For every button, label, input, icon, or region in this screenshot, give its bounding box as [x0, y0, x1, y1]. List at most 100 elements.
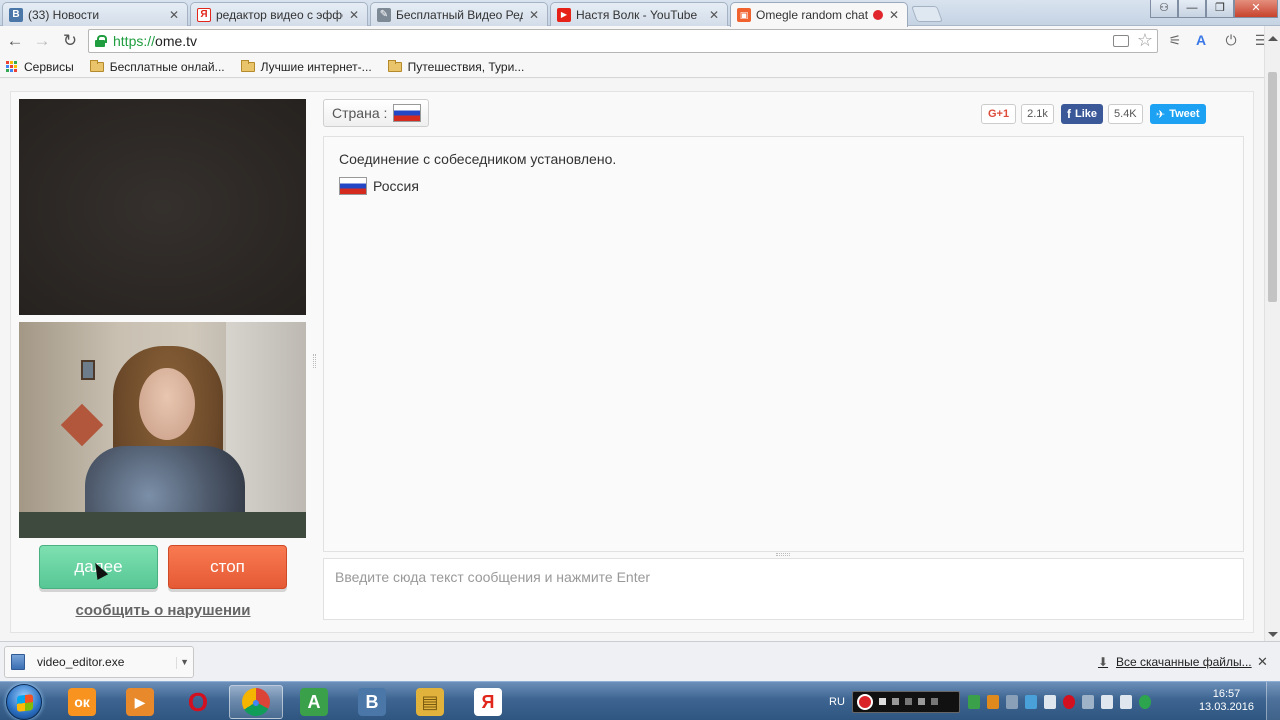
device-icon[interactable] — [1101, 694, 1113, 709]
show-desktop-button[interactable] — [1266, 682, 1280, 720]
close-icon[interactable]: ✕ — [347, 8, 361, 22]
system-clock[interactable]: 16:57 13.03.2016 — [1199, 688, 1254, 714]
flag-icon[interactable] — [1120, 694, 1132, 709]
download-icon: ⬇ — [1098, 655, 1109, 669]
chrome-icon: ● — [242, 688, 270, 716]
maximize-button[interactable]: ❐ — [1206, 0, 1234, 18]
country-label: Страна : — [332, 105, 388, 121]
tab-title: (33) Новости — [28, 7, 100, 22]
browser-toolbar: ← → ↻ https://ome.tv ☆ ⚟ A ⏻ ☰ — [0, 26, 1280, 56]
yandex-icon: Я — [474, 688, 502, 716]
scroll-down-icon[interactable] — [1268, 632, 1278, 637]
back-button[interactable]: ← — [5, 31, 25, 51]
tweet-button[interactable]: ✈ Tweet — [1150, 104, 1206, 124]
update-icon[interactable] — [1139, 694, 1151, 709]
gplus-share[interactable]: G+1 2.1k — [981, 104, 1054, 124]
forward-button[interactable]: → — [32, 31, 52, 51]
close-icon[interactable]: ✕ — [707, 8, 721, 22]
tray-app-icon[interactable] — [987, 694, 999, 709]
clock-date: 13.03.2016 — [1198, 701, 1254, 713]
settings-icon[interactable] — [918, 698, 925, 705]
green-a-icon: A — [300, 688, 328, 716]
panel-resize-handle[interactable] — [313, 354, 316, 368]
tab-ometv[interactable]: ▣ Omegle random chat a ✕ — [730, 2, 908, 27]
network-icon[interactable] — [1025, 694, 1037, 709]
tab-video-editor-search[interactable]: Я редактор видео с эффекта ✕ — [190, 2, 368, 26]
system-message: Соединение с собеседником установлено. — [339, 151, 617, 167]
star-icon[interactable]: ☆ — [1137, 30, 1153, 51]
signal-icon[interactable] — [1082, 694, 1094, 709]
tab-vk-news[interactable]: В (33) Новости ✕ — [2, 2, 188, 26]
country-selector[interactable]: Страна : — [323, 99, 429, 127]
record-icon[interactable] — [857, 693, 873, 710]
taskbar-app-chrome[interactable]: ● — [229, 685, 283, 719]
facebook-like-button[interactable]: f Like — [1061, 104, 1104, 124]
tray-app-icon[interactable] — [1006, 694, 1018, 709]
tab-title: Бесплатный Видео Редак — [396, 7, 523, 22]
extension-icon-2[interactable]: ⏻ — [1222, 31, 1240, 49]
camera-icon[interactable] — [1113, 35, 1129, 47]
close-window-button[interactable]: ✕ — [1234, 0, 1278, 18]
stop-button[interactable]: стоп — [168, 545, 287, 589]
close-icon[interactable] — [931, 698, 938, 705]
twitter-share[interactable]: ✈ Tweet — [1150, 104, 1206, 124]
minimize-button[interactable]: — — [1178, 0, 1206, 18]
stop-icon[interactable] — [879, 698, 886, 705]
close-icon[interactable]: ✕ — [527, 8, 541, 22]
taskbar-app-odnoklassniki[interactable]: ок — [55, 685, 109, 719]
apps-icon — [6, 60, 18, 73]
chat-app: далее стоп сообщить о нарушении Страна :… — [10, 91, 1254, 633]
antivirus-icon[interactable] — [1063, 694, 1075, 709]
bookmark-folder[interactable]: Лучшие интернет-... — [240, 59, 372, 74]
taskbar-app-vk[interactable]: B — [345, 685, 399, 719]
scroll-up-icon[interactable] — [1268, 36, 1278, 41]
tab-youtube[interactable]: ▶ Настя Волк - YouTube ✕ — [550, 2, 728, 26]
new-tab-button[interactable] — [911, 6, 943, 22]
taskbar-app-opera[interactable]: O — [171, 685, 225, 719]
volume-icon[interactable] — [1044, 694, 1056, 709]
start-button[interactable] — [6, 684, 42, 720]
partner-country: Россия — [339, 177, 419, 195]
taskbar-app-green-a[interactable]: A — [287, 685, 341, 719]
address-bar[interactable]: https://ome.tv ☆ — [88, 29, 1158, 53]
close-icon[interactable]: ✕ — [887, 8, 901, 22]
all-downloads-link[interactable]: ⬇ Все скачанные файлы... — [1098, 655, 1252, 669]
clock-time: 16:57 — [1212, 688, 1241, 700]
chevron-down-icon[interactable]: ▼ — [176, 657, 189, 669]
report-abuse-link[interactable]: сообщить о нарушении — [51, 602, 275, 619]
bookmark-apps[interactable]: Сервисы — [6, 60, 74, 74]
chat-resize-grip[interactable] — [776, 553, 790, 556]
reload-button[interactable]: ↻ — [60, 31, 80, 51]
taskbar-app-media-player[interactable]: ▶ — [113, 685, 167, 719]
taskbar-app-explorer[interactable]: ▤ — [403, 685, 457, 719]
extension-icon[interactable]: ⚟ — [1166, 31, 1184, 49]
exe-file-icon — [11, 654, 25, 670]
message-input[interactable]: Введите сюда текст сообщения и нажмите E… — [323, 558, 1244, 620]
bookmark-folder[interactable]: Путешествия, Тури... — [387, 59, 524, 74]
tab-free-video-editor[interactable]: ✎ Бесплатный Видео Редак ✕ — [370, 2, 548, 26]
page-scrollbar[interactable] — [1264, 26, 1280, 641]
tab-title: Omegle random chat a — [756, 8, 869, 22]
bookmarks-bar: Сервисы Бесплатные онлай... Лучшие интер… — [0, 56, 1280, 78]
pen-icon[interactable] — [905, 698, 912, 705]
bookmark-folder[interactable]: Бесплатные онлай... — [89, 59, 225, 74]
scrollbar-thumb[interactable] — [1268, 72, 1277, 302]
translate-icon[interactable]: A — [1192, 31, 1210, 49]
facebook-like[interactable]: f Like 5.4K — [1061, 104, 1143, 124]
like-count: 5.4K — [1108, 104, 1143, 124]
screen-recorder-widget[interactable] — [852, 690, 960, 713]
profile-icon[interactable]: ⚇ — [1150, 0, 1178, 18]
chat-log: Соединение с собеседником установлено. Р… — [323, 136, 1244, 552]
tray-app-icon[interactable] — [968, 694, 980, 709]
language-indicator[interactable]: RU — [822, 696, 852, 708]
gplus-icon[interactable]: G+1 — [981, 104, 1017, 124]
remote-video — [19, 99, 306, 315]
folder-icon — [387, 59, 402, 72]
close-icon[interactable]: ✕ — [167, 8, 181, 22]
camera-icon[interactable] — [892, 698, 899, 705]
url-text: https://ome.tv — [113, 33, 198, 49]
close-shelf-button[interactable]: ✕ — [1257, 654, 1268, 670]
russia-flag-icon — [339, 177, 367, 195]
download-item[interactable]: video_editor.exe ▼ — [4, 646, 194, 678]
taskbar-app-yandex[interactable]: Я — [461, 685, 515, 719]
